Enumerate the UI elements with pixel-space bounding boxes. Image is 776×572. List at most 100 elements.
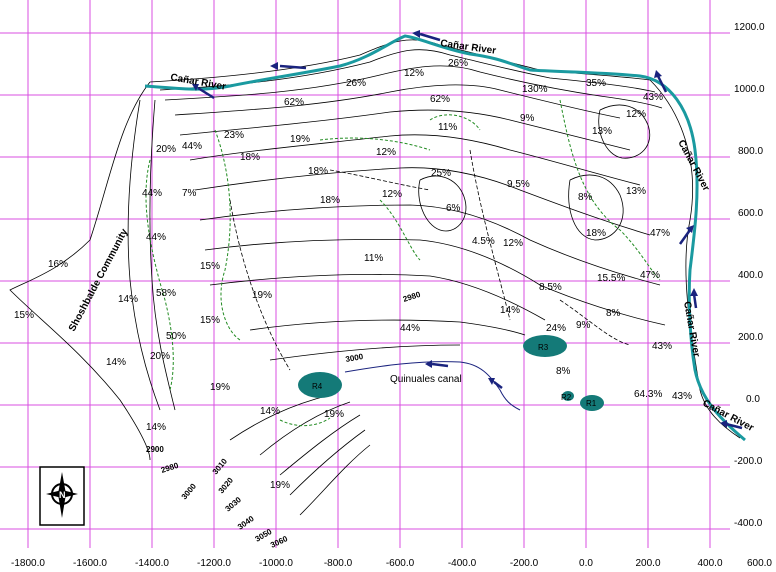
flow-arrowhead bbox=[270, 62, 278, 70]
slope-label: 16% bbox=[48, 259, 68, 270]
slope-label: 25% bbox=[431, 168, 451, 179]
x-tick-label: -1200.0 bbox=[197, 558, 231, 569]
slope-label: 26% bbox=[448, 58, 468, 69]
x-tick-label: -1800.0 bbox=[11, 558, 45, 569]
slope-label: 130% bbox=[522, 84, 548, 95]
y-axis-ticks: 1200.0 1000.0 800.0 600.0 400.0 200.0 0.… bbox=[734, 22, 765, 529]
flow-arrowhead bbox=[425, 360, 432, 368]
y-tick-label: -200.0 bbox=[734, 456, 763, 467]
reservoir-label: R4 bbox=[312, 382, 323, 391]
contour-label: 2900 bbox=[146, 445, 164, 454]
slope-label: 12% bbox=[376, 147, 396, 158]
slope-label: 8% bbox=[606, 308, 621, 319]
slope-label: 15% bbox=[200, 315, 220, 326]
x-tick-label: -800.0 bbox=[324, 558, 353, 569]
slope-label: 11% bbox=[438, 122, 457, 133]
contour-label: 3000 bbox=[180, 481, 199, 501]
map-canvas: -1800.0 -1600.0 -1400.0 -1200.0 -1000.0 … bbox=[0, 0, 776, 572]
map-svg: -1800.0 -1600.0 -1400.0 -1200.0 -1000.0 … bbox=[0, 0, 772, 569]
flow-arrowhead bbox=[690, 288, 698, 296]
slope-label: 18% bbox=[240, 152, 260, 163]
slope-label: 43% bbox=[652, 341, 672, 352]
river-label: Cañar River bbox=[681, 301, 702, 358]
y-tick-label: 800.0 bbox=[738, 146, 763, 157]
reservoir-label: R3 bbox=[538, 343, 549, 352]
contour-label: 2980 bbox=[402, 290, 422, 304]
slope-label: 18% bbox=[320, 195, 340, 206]
y-tick-label: 0.0 bbox=[746, 394, 760, 405]
y-tick-label: 400.0 bbox=[738, 270, 763, 281]
x-tick-label: 0.0 bbox=[579, 558, 593, 569]
slope-label: 18% bbox=[308, 166, 328, 177]
slope-label: 9.5% bbox=[507, 179, 530, 190]
slope-label: 6% bbox=[446, 203, 461, 214]
slope-label: 62% bbox=[284, 97, 304, 108]
contour-label: 3000 bbox=[345, 352, 365, 364]
slope-label: 15.5% bbox=[597, 273, 625, 284]
y-tick-label: 200.0 bbox=[738, 332, 763, 343]
slope-label: 14% bbox=[118, 294, 138, 305]
slope-label: 9% bbox=[576, 320, 591, 331]
x-tick-label: -1600.0 bbox=[73, 558, 107, 569]
contour-label: 3020 bbox=[217, 475, 236, 495]
slope-label: 44% bbox=[142, 188, 162, 199]
slope-label: 47% bbox=[650, 228, 670, 239]
flow-arrow bbox=[692, 293, 698, 309]
x-tick-label: 600.0 bbox=[747, 558, 772, 569]
north-label: N bbox=[59, 490, 66, 500]
slope-label: 44% bbox=[400, 323, 420, 334]
slope-label: 19% bbox=[290, 134, 310, 145]
slope-label: 24% bbox=[546, 323, 566, 334]
y-tick-label: 1200.0 bbox=[734, 22, 765, 33]
x-tick-label: -1000.0 bbox=[259, 558, 293, 569]
slope-label: 19% bbox=[252, 290, 272, 301]
x-tick-label: -600.0 bbox=[386, 558, 415, 569]
slope-label: 4.5% bbox=[472, 236, 495, 247]
contour-label: 2980 bbox=[160, 461, 180, 475]
north-arrow: N bbox=[39, 466, 85, 526]
slope-label: 43% bbox=[643, 92, 663, 103]
reservoir-label: R2 bbox=[561, 393, 572, 402]
slope-label: 44% bbox=[146, 232, 166, 243]
slope-label: 50% bbox=[166, 331, 186, 342]
x-tick-label: 400.0 bbox=[697, 558, 722, 569]
slope-label: 11% bbox=[364, 253, 383, 264]
slope-label: 18% bbox=[586, 228, 606, 239]
y-tick-label: -400.0 bbox=[734, 518, 763, 529]
slope-label: 13% bbox=[592, 126, 612, 137]
x-tick-label: 200.0 bbox=[635, 558, 660, 569]
slope-label: 7% bbox=[182, 188, 197, 199]
slope-label: 20% bbox=[156, 144, 176, 155]
slope-label: 12% bbox=[382, 189, 402, 200]
slope-label: 43% bbox=[672, 391, 692, 402]
contour-label: 3030 bbox=[224, 495, 244, 514]
flow-arrowhead bbox=[654, 70, 662, 78]
slope-label: 44% bbox=[182, 141, 202, 152]
quinuales-canal bbox=[344, 361, 521, 411]
slope-label: 26% bbox=[346, 78, 366, 89]
flow-arrow bbox=[431, 362, 449, 368]
slope-label: 14% bbox=[260, 406, 280, 417]
slope-label: 19% bbox=[210, 382, 230, 393]
contour-label: 3010 bbox=[211, 456, 230, 476]
contour-label: 3060 bbox=[269, 534, 289, 550]
x-tick-label: -200.0 bbox=[510, 558, 539, 569]
slope-label: 8% bbox=[578, 192, 593, 203]
y-tick-label: 600.0 bbox=[738, 208, 763, 219]
slope-label: 62% bbox=[430, 94, 450, 105]
slope-label: 13% bbox=[626, 186, 646, 197]
slope-label: 64.3% bbox=[634, 389, 662, 400]
slope-label: 15% bbox=[200, 261, 220, 272]
y-tick-label: 1000.0 bbox=[734, 84, 765, 95]
x-tick-label: -400.0 bbox=[448, 558, 477, 569]
slope-label: 47% bbox=[640, 270, 660, 281]
canal-label: Quinuales canal bbox=[390, 374, 462, 385]
slope-label: 8% bbox=[556, 366, 571, 377]
flow-arrow bbox=[678, 229, 692, 245]
slope-label: 8.5% bbox=[539, 282, 562, 293]
slope-label: 20% bbox=[150, 351, 170, 362]
slope-label: 14% bbox=[106, 357, 126, 368]
slope-label: 19% bbox=[324, 409, 344, 420]
slope-label: 14% bbox=[500, 305, 520, 316]
slope-label: 12% bbox=[626, 109, 646, 120]
